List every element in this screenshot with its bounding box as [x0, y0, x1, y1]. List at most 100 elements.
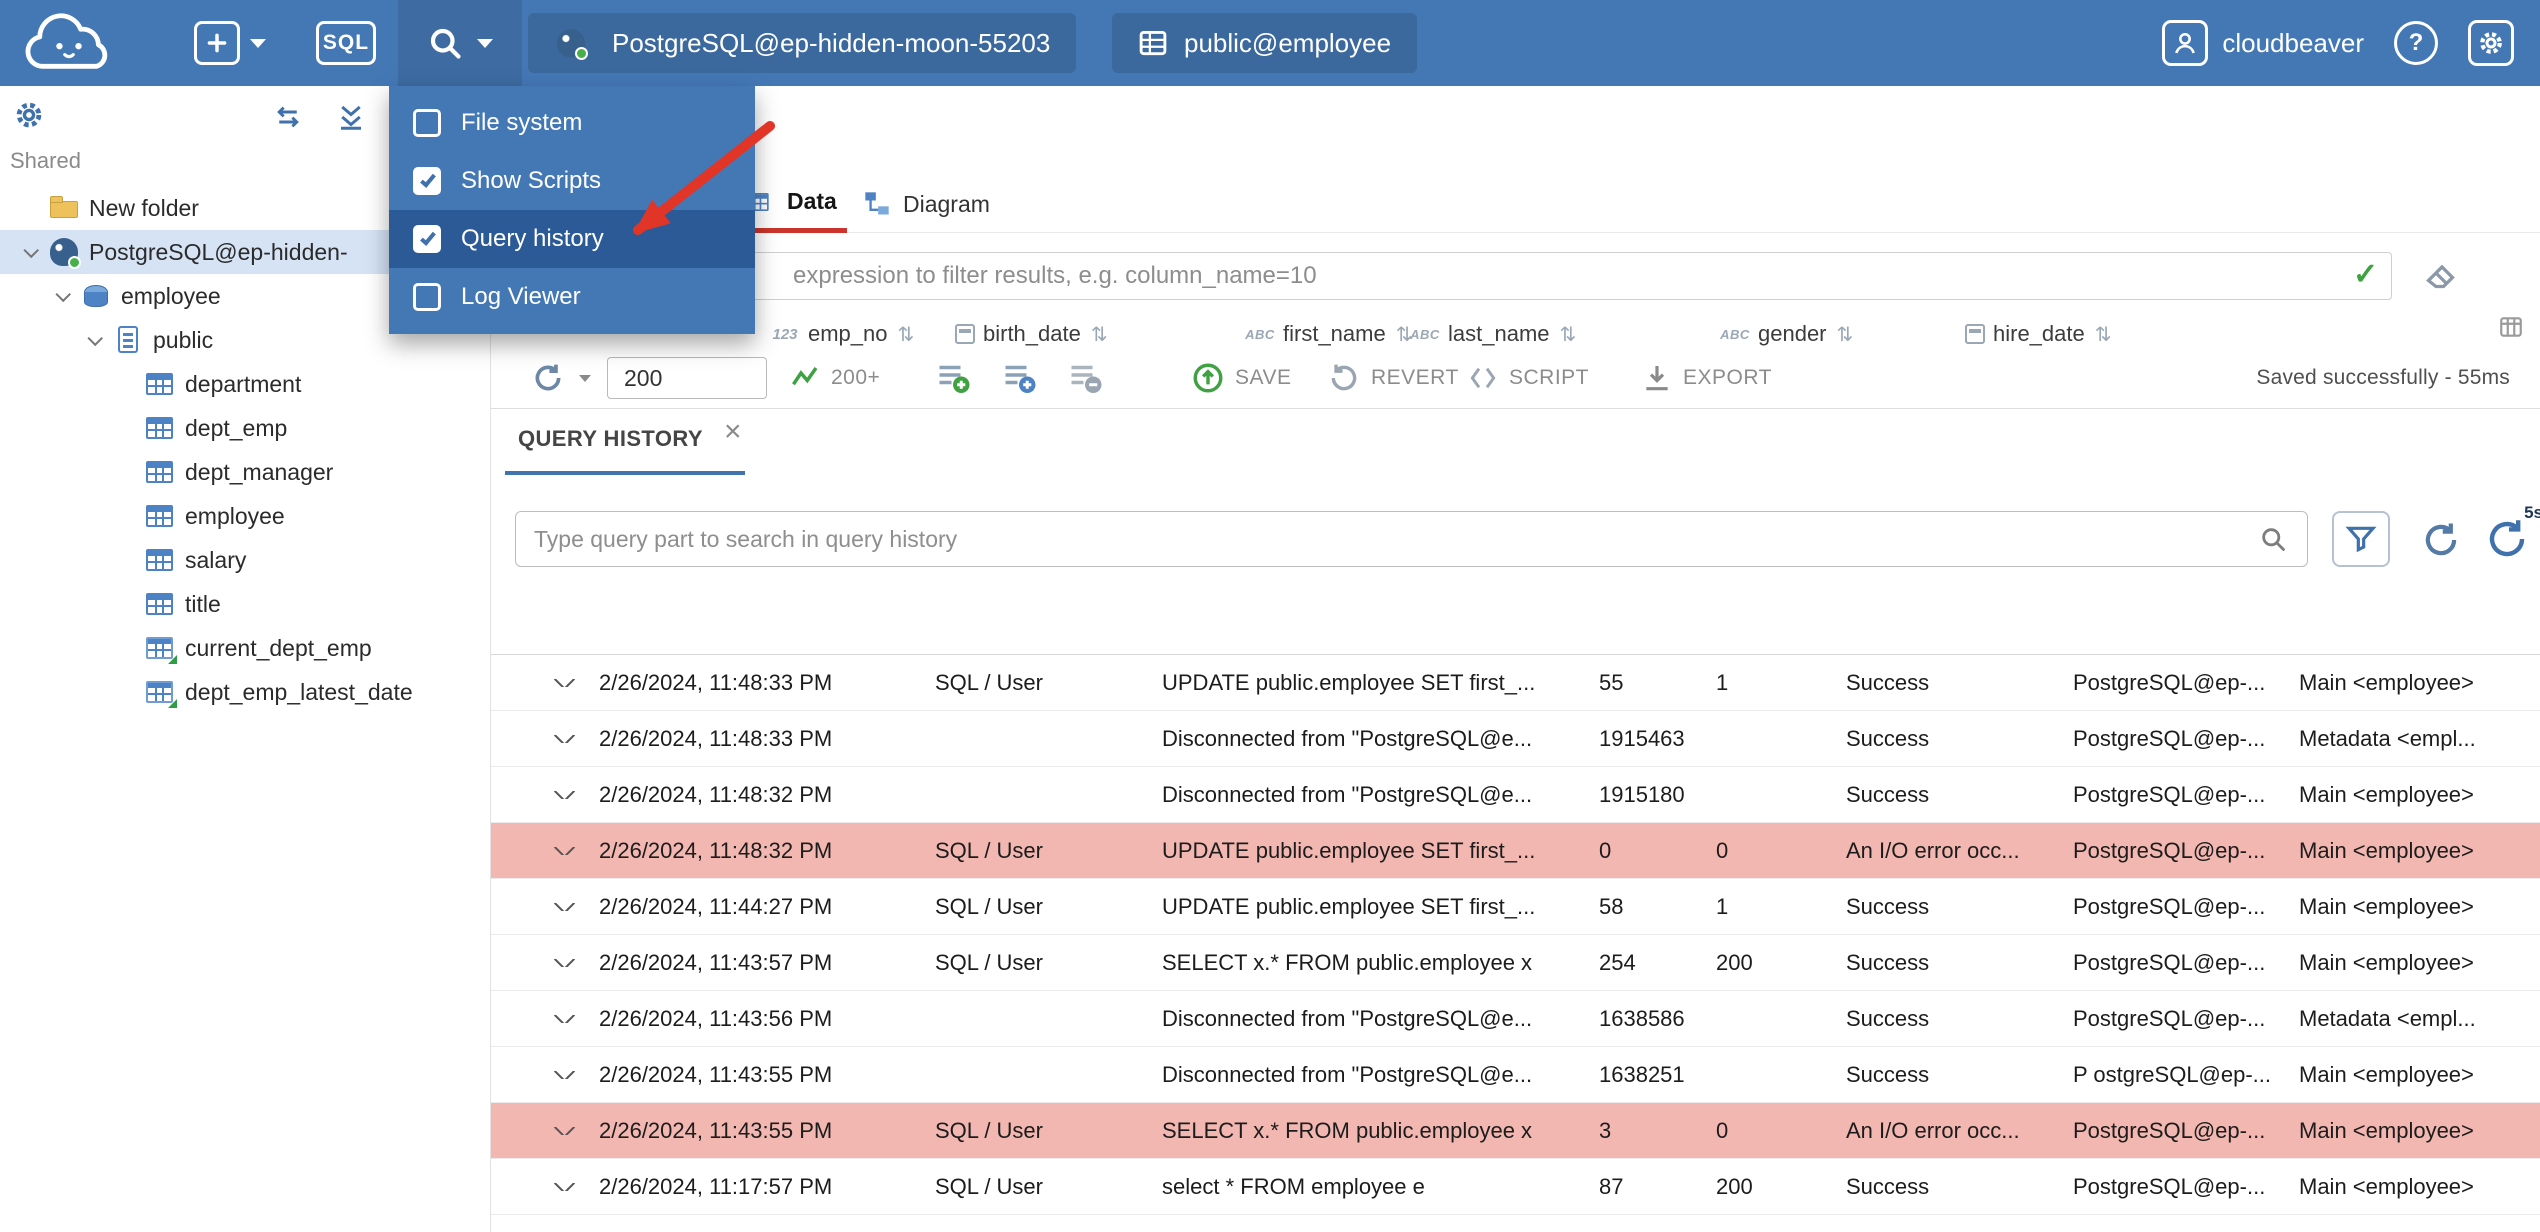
tools-menu-button[interactable] [398, 0, 522, 86]
sort-icon[interactable]: ⇅ [898, 322, 915, 347]
new-object-button[interactable] [194, 21, 240, 65]
user-menu[interactable]: cloudbeaver [2162, 20, 2364, 66]
funnel-icon [2345, 523, 2377, 555]
clear-filter-icon[interactable] [2424, 258, 2460, 294]
expand-chevron-icon[interactable] [531, 846, 599, 855]
sort-icon[interactable]: ⇅ [1091, 322, 1108, 347]
tools-menu-item[interactable]: Show Scripts [389, 152, 755, 210]
column-config-icon[interactable] [2498, 314, 2524, 340]
collapse-all-icon[interactable] [336, 102, 366, 132]
qh-cell-result: Success [1846, 893, 1930, 919]
query-history-tab[interactable]: QUERY HISTORY [518, 426, 703, 452]
sort-icon[interactable]: ⇅ [1837, 322, 1854, 347]
tree-item-label: public [153, 326, 214, 353]
tools-menu-item[interactable]: Query history [389, 210, 755, 268]
query-history-row[interactable]: 2/26/2024, 11:17:57 PM SQL / User select… [491, 1159, 2540, 1215]
settings-button[interactable] [2468, 20, 2514, 66]
filter-input[interactable] [500, 252, 2392, 300]
expand-chevron-icon[interactable] [531, 1014, 599, 1023]
active-tab-underline [505, 471, 745, 475]
sql-editor-button[interactable]: SQL [316, 21, 376, 65]
query-history-row[interactable]: 2/26/2024, 11:43:55 PM Disconnected from… [491, 1047, 2540, 1103]
sort-icon[interactable]: ⇅ [2095, 322, 2112, 347]
expand-chevron-icon[interactable] [531, 790, 599, 799]
cloudbeaver-logo-icon[interactable] [16, 11, 122, 75]
navigator-settings-button[interactable] [12, 98, 46, 132]
tree-item[interactable]: employee [0, 494, 490, 538]
qh-cell-duration: 1638586 [1599, 1005, 1685, 1031]
qh-cell-context: Metadata <empl... [2299, 725, 2476, 751]
expand-chevron-icon[interactable] [531, 734, 599, 743]
query-history-row[interactable]: 2/26/2024, 11:44:27 PM SQL / User UPDATE… [491, 879, 2540, 935]
expand-chevron-icon[interactable] [531, 1126, 599, 1135]
query-history-row[interactable]: 2/26/2024, 11:43:57 PM SQL / User SELECT… [491, 935, 2540, 991]
script-button[interactable]: SCRIPT [1467, 348, 1589, 408]
tree-item[interactable]: title [0, 582, 490, 626]
tree-item[interactable]: salary [0, 538, 490, 582]
add-row-button[interactable] [935, 348, 971, 408]
user-icon [2162, 20, 2209, 66]
tree-item[interactable]: dept_emp [0, 406, 490, 450]
menu-item-label: Query history [461, 225, 604, 252]
sync-connection-icon[interactable] [272, 102, 304, 132]
query-history-row[interactable]: 2/26/2024, 11:48:32 PM SQL / User UPDATE… [491, 823, 2540, 879]
query-history-row[interactable]: 2/26/2024, 11:43:55 PM SQL / User SELECT… [491, 1103, 2540, 1159]
tree-item[interactable]: dept_emp_latest_date [0, 670, 490, 714]
tree-item[interactable]: department [0, 362, 490, 406]
auto-refresh-button[interactable]: 5s [2483, 503, 2540, 563]
expand-chevron-icon[interactable] [77, 335, 111, 346]
tools-menu-item[interactable]: Log Viewer [389, 268, 755, 326]
search-icon[interactable] [2259, 525, 2287, 553]
delete-row-button[interactable] [1067, 348, 1103, 408]
row-limit-input[interactable] [607, 357, 767, 399]
tree-item[interactable]: dept_manager [0, 450, 490, 494]
refresh-button[interactable] [531, 348, 565, 408]
duplicate-row-button[interactable] [1001, 348, 1037, 408]
qh-cell-time: 2/26/2024, 11:43:55 PM [599, 1117, 833, 1143]
grid-column-header[interactable]: birth_date ⇅ [955, 311, 1108, 348]
help-button[interactable]: ? [2394, 21, 2438, 65]
grid-column-header[interactable]: first_name ⇅ [1245, 311, 1412, 348]
grid-column-header[interactable]: hire_date ⇅ [1965, 311, 2112, 348]
menu-item-label: File system [461, 109, 583, 136]
grid-column-header[interactable]: gender ⇅ [1720, 311, 1853, 348]
grid-column-header[interactable]: emp_no ⇅ [770, 311, 914, 348]
expand-chevron-icon[interactable] [531, 958, 599, 967]
qh-cell-time: 2/26/2024, 11:43:55 PM [599, 1061, 833, 1087]
query-history-row[interactable]: 2/26/2024, 11:48:33 PM SQL / User UPDATE… [491, 655, 2540, 711]
query-history-search-input[interactable] [515, 511, 2308, 567]
tools-menu-item[interactable]: File system [389, 94, 755, 152]
qh-cell-time: 2/26/2024, 11:48:33 PM [599, 725, 833, 751]
schema-selector[interactable]: public@employee [1112, 13, 1418, 73]
query-history-row[interactable]: 2/26/2024, 11:48:33 PM Disconnected from… [491, 711, 2540, 767]
expand-chevron-icon[interactable] [13, 247, 47, 258]
save-button[interactable]: SAVE [1191, 348, 1291, 408]
history-filter-button[interactable] [2332, 511, 2390, 567]
close-icon[interactable]: × [724, 415, 742, 449]
expand-chevron-icon[interactable] [531, 1182, 599, 1191]
expand-chevron-icon[interactable] [45, 291, 79, 302]
filter-valid-icon[interactable]: ✓ [2353, 257, 2378, 292]
tree-item[interactable]: current_dept_emp [0, 626, 490, 670]
fetch-next-button[interactable]: 200+ [791, 348, 880, 408]
history-refresh-button[interactable] [2420, 519, 2462, 561]
sort-icon[interactable]: ⇅ [1560, 322, 1577, 347]
revert-button[interactable]: REVERT [1327, 348, 1459, 408]
grid-header-strip: emp_no ⇅ birth_date ⇅ first_name ⇅ last_… [491, 306, 2540, 348]
query-history-row[interactable]: 2/26/2024, 11:48:32 PM Disconnected from… [491, 767, 2540, 823]
tab-diagram[interactable]: Diagram [853, 175, 1000, 233]
export-button[interactable]: EXPORT [1641, 348, 1772, 408]
tree-item-label: New folder [89, 194, 199, 221]
tree-item-icon [143, 367, 177, 401]
grid-column-header[interactable]: last_name ⇅ [1410, 311, 1576, 348]
qh-cell-time: 2/26/2024, 11:43:56 PM [599, 1005, 833, 1031]
expand-chevron-icon[interactable] [531, 902, 599, 911]
save-label: SAVE [1235, 366, 1292, 389]
expand-chevron-icon[interactable] [531, 678, 599, 687]
connection-selector[interactable]: PostgreSQL@ep-hidden-moon-55203 [528, 13, 1077, 73]
expand-chevron-icon[interactable] [531, 1070, 599, 1079]
refresh-options-chevron-icon[interactable] [579, 348, 591, 408]
query-history-row[interactable]: 2/26/2024, 11:43:56 PM Disconnected from… [491, 991, 2540, 1047]
chevron-down-icon [477, 38, 493, 48]
tree-item-icon [143, 411, 177, 445]
